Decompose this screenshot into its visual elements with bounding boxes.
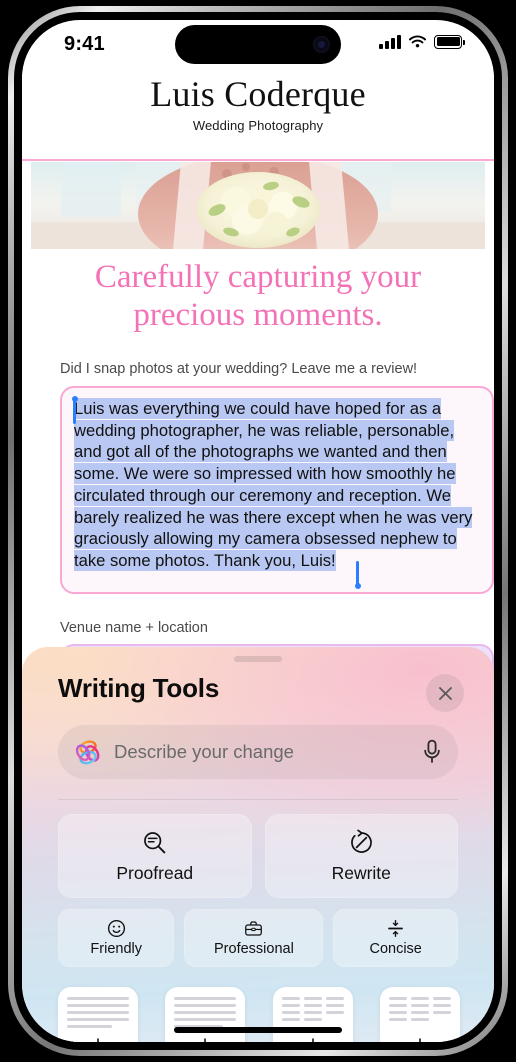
proofread-button[interactable]: Proofread: [58, 814, 252, 898]
front-camera-icon: [313, 36, 330, 53]
cellular-bars-icon: [379, 34, 401, 49]
download-arrow-icon: [412, 1038, 427, 1042]
compress-icon: [388, 920, 404, 937]
professional-label: Professional: [214, 941, 294, 957]
list-card[interactable]: [272, 987, 353, 1042]
status-indicators: [379, 34, 465, 49]
apple-intelligence-icon: [75, 740, 100, 765]
proofread-magnifier-icon: [144, 831, 166, 853]
key-points-card[interactable]: [165, 987, 246, 1042]
proofread-label: Proofread: [116, 862, 194, 883]
selection-end-handle[interactable]: [354, 561, 360, 589]
review-text-value: Luis was everything we could have hoped …: [74, 398, 473, 572]
friendly-button[interactable]: Friendly: [58, 909, 175, 967]
brand-tagline: Wedding Photography: [192, 118, 324, 134]
rewrite-button[interactable]: Rewrite: [264, 814, 458, 898]
close-icon: [438, 686, 452, 700]
rewrite-label: Rewrite: [331, 862, 391, 883]
download-arrow-icon: [198, 1038, 213, 1042]
phone-bezel: 9:41 Luis Coderque Wedding Photography C…: [14, 12, 502, 1050]
professional-button[interactable]: Professional: [184, 909, 324, 967]
battery-full-icon: [434, 34, 465, 49]
writing-tools-panel: Writing Tools Describe your change Proof…: [22, 647, 494, 1042]
review-textarea[interactable]: Luis was everything we could have hoped …: [60, 386, 494, 594]
dynamic-island[interactable]: [175, 25, 341, 64]
rewrite-circular-arrow-icon: [350, 829, 372, 853]
download-arrow-icon: [91, 1038, 106, 1042]
selection-start-handle[interactable]: [71, 396, 77, 424]
hero-image: [31, 162, 485, 249]
download-arrow-icon: [305, 1038, 320, 1042]
review-prompt: Did I snap photos at your wedding? Leave…: [60, 361, 418, 377]
header-divider: [22, 159, 494, 161]
concise-button[interactable]: Concise: [333, 909, 458, 967]
microphone-icon[interactable]: [422, 739, 442, 765]
table-card[interactable]: [379, 987, 460, 1042]
smiley-face-icon: [107, 919, 125, 938]
close-button[interactable]: [426, 674, 464, 712]
status-time: 9:41: [64, 33, 105, 55]
describe-change-input[interactable]: Describe your change: [58, 725, 458, 779]
venue-label: Venue name + location: [60, 620, 208, 636]
status-bar: 9:41: [22, 20, 494, 74]
panel-title: Writing Tools: [58, 673, 220, 703]
page-headline: Carefully capturing your precious moment…: [94, 259, 422, 334]
card-lines: [174, 997, 237, 1028]
panel-divider: [58, 799, 458, 800]
site-header: Luis Coderque Wedding Photography: [22, 74, 494, 144]
phone-frame: 9:41 Luis Coderque Wedding Photography C…: [8, 6, 508, 1056]
briefcase-icon: [245, 921, 263, 936]
document-suggestion-cards: [58, 987, 460, 1042]
describe-change-placeholder: Describe your change: [114, 741, 294, 762]
tone-actions: Friendly Professional Concise: [58, 909, 458, 967]
card-lines: [388, 997, 451, 1021]
drag-handle-icon[interactable]: [234, 656, 282, 662]
phone-screen: 9:41 Luis Coderque Wedding Photography C…: [22, 20, 494, 1042]
brand-name: Luis Coderque: [150, 74, 366, 114]
friendly-label: Friendly: [90, 941, 142, 957]
wifi-icon: [408, 35, 427, 48]
card-lines: [67, 997, 129, 1028]
summary-card[interactable]: [58, 987, 138, 1042]
card-lines: [281, 997, 344, 1021]
concise-label: Concise: [369, 941, 422, 957]
home-indicator[interactable]: [174, 1027, 342, 1033]
primary-actions: Proofread Rewrite: [58, 814, 458, 898]
